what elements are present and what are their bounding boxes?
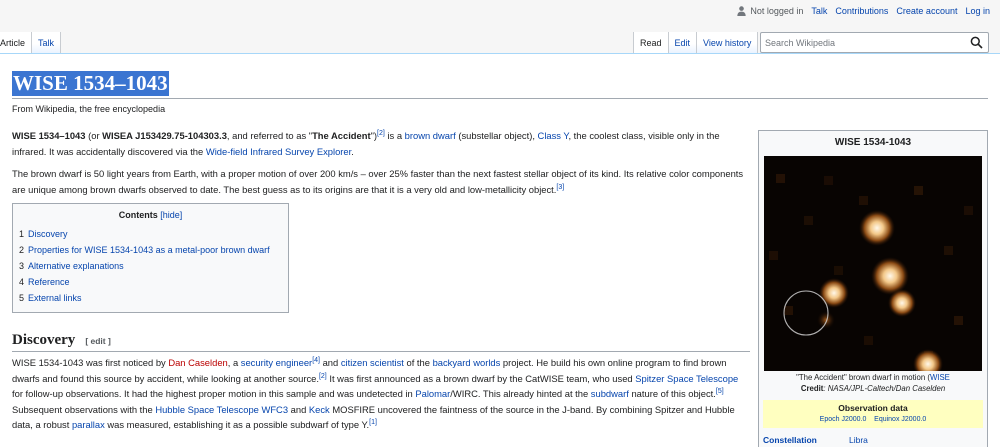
toc-item[interactable]: 4 Reference xyxy=(19,274,282,290)
page-title: WISE 1534–1043 xyxy=(12,71,169,96)
security-engineer-link[interactable]: security engineer xyxy=(241,357,312,368)
dan-caselden-link[interactable]: Dan Caselden xyxy=(168,357,227,368)
toc-item-link[interactable]: Reference xyxy=(28,277,70,287)
palomar-link[interactable]: Palomar xyxy=(415,388,450,399)
view-tabs: Read Edit View history xyxy=(633,32,759,53)
toc-item-link[interactable]: Discovery xyxy=(28,229,68,239)
parallax-link[interactable]: parallax xyxy=(72,419,105,430)
table-of-contents: Contents [hide] 1 Discovery 2 Properties f… xyxy=(12,203,289,313)
designation: WISEA J153429.75-104303.3 xyxy=(102,130,227,141)
constellation-label: Constellation xyxy=(763,435,849,445)
tab-talk-link[interactable]: Talk xyxy=(38,38,54,48)
toc-item[interactable]: 2 Properties for WISE 1534-1043 as a meta… xyxy=(19,242,282,258)
toc-hide-link[interactable]: [hide] xyxy=(160,210,182,220)
nickname: The Accident xyxy=(312,130,371,141)
infobox-caption: "The Accident" brown dwarf in motion (WI… xyxy=(796,373,950,393)
citizen-scientist-link[interactable]: citizen scientist xyxy=(341,357,404,368)
infobox-title: WISE 1534-1043 xyxy=(834,137,912,148)
wfc3-link[interactable]: WFC3 xyxy=(261,404,288,415)
wise-link[interactable]: Wide-field Infrared Survey Explorer xyxy=(206,146,351,157)
tab-article[interactable]: Article xyxy=(0,32,33,53)
infobox-image[interactable] xyxy=(764,156,982,379)
log-in-link[interactable]: Log in xyxy=(965,6,990,16)
not-logged-in-text: Not logged in xyxy=(750,6,804,16)
caption-wise-link[interactable]: WISE xyxy=(930,373,950,382)
toc-item-link[interactable]: External links xyxy=(28,293,82,303)
ref-link[interactable]: [1] xyxy=(369,419,377,426)
section-heading-discovery: Discovery[ edit ] xyxy=(12,330,750,352)
subdwarf-link[interactable]: subdwarf xyxy=(591,388,629,399)
article-content: WISE 1534–1043 From Wikipedia, the free … xyxy=(0,53,1000,447)
infobox: WISE 1534-1043 "The Accident" brown dwar… xyxy=(758,130,988,447)
brown-dwarf-link[interactable]: brown dwarf xyxy=(405,130,456,141)
site-subtitle: From Wikipedia, the free encyclopedia xyxy=(12,104,166,114)
create-account-link[interactable]: Create account xyxy=(896,6,957,16)
user-icon xyxy=(737,6,747,16)
toc-item[interactable]: 3 Alternative explanations xyxy=(19,258,282,274)
intro-paragraph-2: The brown dwarf is 50 light years from E… xyxy=(12,168,744,195)
constellation-label-link[interactable]: Constellation xyxy=(763,435,817,445)
ref-link[interactable]: [2] xyxy=(319,372,327,379)
tab-talk[interactable]: Talk xyxy=(32,32,62,53)
tab-edit-link[interactable]: Edit xyxy=(675,38,691,48)
tab-view-history-link[interactable]: View history xyxy=(703,38,751,48)
tab-read[interactable]: Read xyxy=(633,32,669,53)
keck-link[interactable]: Keck xyxy=(309,404,330,415)
namespace-tabs: Article Talk xyxy=(0,32,62,53)
infobox-row-constellation: Constellation Libra xyxy=(763,435,983,445)
toc-item-link[interactable]: Properties for WISE 1534-1043 as a metal… xyxy=(28,245,270,255)
toc-item[interactable]: 5 External links xyxy=(19,290,282,306)
search-icon[interactable] xyxy=(970,36,983,49)
hubble-link[interactable]: Hubble Space Telescope xyxy=(155,404,259,415)
tab-edit[interactable]: Edit xyxy=(668,32,698,53)
section-edit-link[interactable]: [ edit ] xyxy=(85,336,111,346)
search-input[interactable]: Search Wikipedia xyxy=(760,32,989,53)
ref-link[interactable]: [2] xyxy=(377,130,385,137)
tab-view-history[interactable]: View history xyxy=(697,32,759,53)
toc-item[interactable]: 1 Discovery xyxy=(19,226,282,242)
discovery-paragraph: WISE 1534-1043 was first noticed by Dan … xyxy=(12,356,739,430)
observation-data-header: Observation data Epoch J2000.0 Equinox J… xyxy=(763,400,983,428)
ref-link[interactable]: [4] xyxy=(312,357,320,364)
subject-name: WISE 1534–1043 xyxy=(12,130,86,141)
spitzer-link[interactable]: Spitzer Space Telescope xyxy=(635,373,738,384)
brown-dwarf-image xyxy=(764,156,982,379)
toc-item-link[interactable]: Alternative explanations xyxy=(28,261,124,271)
toc-title: Contents [hide] xyxy=(118,210,183,220)
ref-link[interactable]: [3] xyxy=(556,183,564,190)
personal-tools: Not logged in Talk Contributions Create … xyxy=(737,5,990,17)
intro-paragraph-1: WISE 1534–1043 (or WISEA J153429.75-1043… xyxy=(12,129,720,157)
title-divider xyxy=(12,98,988,99)
talk-link[interactable]: Talk xyxy=(811,6,827,16)
constellation-value-link[interactable]: Libra xyxy=(849,435,868,445)
epoch-link[interactable]: Epoch J2000.0 xyxy=(820,416,867,423)
class-y-link[interactable]: Class Y xyxy=(538,130,569,141)
search-placeholder: Search Wikipedia xyxy=(765,38,836,48)
contributions-link[interactable]: Contributions xyxy=(835,6,888,16)
equinox-link[interactable]: Equinox J2000.0 xyxy=(874,416,926,423)
backyard-worlds-link[interactable]: backyard worlds xyxy=(433,357,501,368)
ref-link[interactable]: [5] xyxy=(716,388,724,395)
